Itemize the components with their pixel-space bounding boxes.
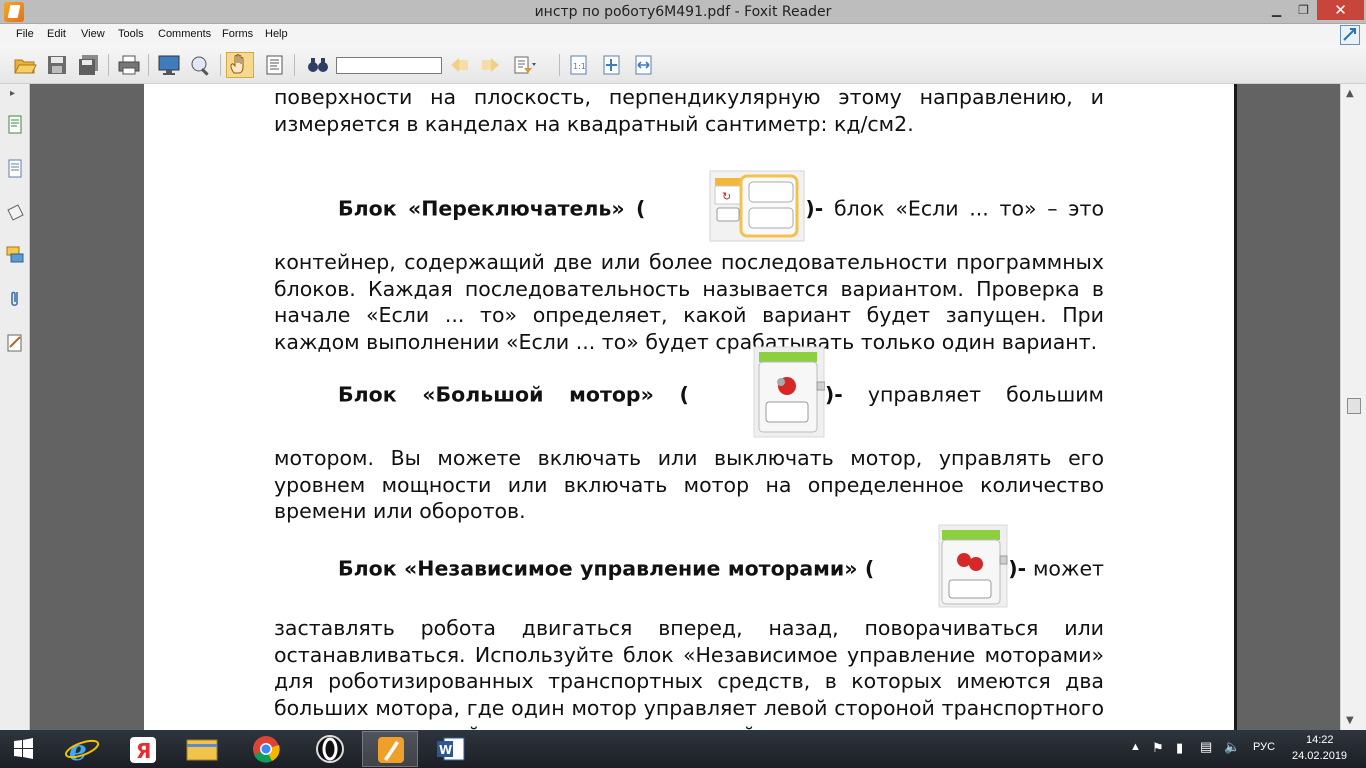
toolbar: 1:1: [0, 46, 1366, 84]
restore-document-icon[interactable]: [1340, 25, 1360, 45]
menu-forms[interactable]: Forms: [222, 28, 253, 40]
menu-file[interactable]: File: [16, 28, 34, 40]
save-all-icon[interactable]: [77, 54, 101, 76]
tank-motor-block-icon: [874, 524, 1008, 615]
minimize-button[interactable]: ▁: [1263, 0, 1290, 20]
title-bar: инстр по роботу6М491.pdf - Foxit Reader …: [0, 0, 1366, 24]
layers-icon[interactable]: [5, 158, 25, 180]
svg-text:W: W: [439, 743, 452, 757]
internet-explorer-icon[interactable]: e: [54, 731, 110, 767]
scroll-down-icon[interactable]: ▼: [1346, 715, 1354, 726]
paragraph-switch-block: Блок «Переключатель» ( ↻ )- блок «Если .…: [274, 170, 1104, 356]
print-icon[interactable]: [117, 54, 141, 76]
foxit-reader-icon[interactable]: [362, 731, 418, 767]
tray-expand-icon[interactable]: ▲: [1130, 741, 1141, 753]
opera-icon[interactable]: [302, 731, 358, 767]
find-input[interactable]: [336, 57, 442, 74]
sidebar-expand-icon[interactable]: ▸: [10, 88, 15, 99]
navigation-sidebar: ▸: [0, 84, 30, 730]
file-explorer-icon[interactable]: [174, 731, 230, 767]
menu-help[interactable]: Help: [265, 28, 288, 40]
window-title: инстр по роботу6М491.pdf - Foxit Reader: [534, 4, 832, 20]
save-icon[interactable]: [45, 54, 69, 76]
actual-size-icon[interactable]: 1:1: [567, 54, 591, 76]
menu-comments[interactable]: Comments: [158, 28, 211, 40]
switch-block-title-end: )-: [805, 196, 824, 221]
find-next-icon[interactable]: [479, 54, 503, 76]
open-folder-icon[interactable]: [13, 54, 37, 76]
menu-view[interactable]: View: [81, 28, 105, 40]
network-icon[interactable]: ▤: [1200, 739, 1212, 755]
fit-width-icon[interactable]: [632, 54, 656, 76]
large-motor-block-icon: [689, 346, 826, 445]
tank-motor-block-title-end: )-: [1008, 556, 1027, 581]
bookmarks-icon[interactable]: [5, 202, 25, 224]
svg-text:1:1: 1:1: [573, 62, 586, 71]
document-viewport[interactable]: поверхности на плоскость, перпендикулярн…: [31, 84, 1340, 730]
hand-tool-icon[interactable]: [226, 52, 254, 78]
large-motor-block-title-end: )-: [824, 382, 843, 407]
menu-bar: File Edit View Tools Comments Forms Help: [0, 24, 1366, 46]
large-motor-block-title: Блок «Большой мотор» (: [338, 382, 689, 407]
paragraph-large-motor-block: Блок «Большой мотор» ( )- управляет боль…: [274, 346, 1104, 525]
language-indicator[interactable]: РУС: [1253, 741, 1275, 753]
paragraph-tank-motor-block: Блок «Независимое управление моторами» (…: [274, 524, 1104, 730]
clock-time[interactable]: 14:22: [1306, 734, 1334, 746]
paragraph-luminance: поверхности на плоскость, перпендикулярн…: [274, 85, 1104, 136]
word-icon[interactable]: W: [424, 731, 480, 767]
svg-text:Я: Я: [136, 739, 151, 763]
chrome-icon[interactable]: [238, 731, 294, 767]
screen-icon[interactable]: [157, 54, 181, 76]
scroll-up-icon[interactable]: ▲: [1346, 88, 1354, 99]
attachments-icon[interactable]: [5, 288, 25, 310]
pdf-page: поверхности на плоскость, перпендикулярн…: [144, 84, 1237, 730]
signature-icon[interactable]: [5, 332, 25, 354]
scrollbar-thumb[interactable]: [1347, 398, 1361, 414]
close-button[interactable]: ✕: [1317, 0, 1364, 20]
bookmark-dropdown-icon[interactable]: [512, 54, 536, 76]
comments-icon[interactable]: [5, 244, 25, 266]
battery-icon[interactable]: ▮: [1176, 740, 1183, 756]
select-text-icon[interactable]: [263, 54, 287, 76]
clock-date[interactable]: 24.02.2019: [1292, 750, 1347, 762]
fit-page-icon[interactable]: [600, 54, 624, 76]
tank-motor-block-title: Блок «Независимое управление моторами» (: [338, 556, 875, 581]
svg-text:↻: ↻: [722, 190, 731, 203]
svg-text:e: e: [69, 734, 87, 767]
taskbar: e Я W ▲ ⚑ ▮ ▤ 🔈 РУС 14:22 24.02.2019: [0, 730, 1366, 768]
windows-start-icon[interactable]: [0, 731, 48, 767]
volume-icon[interactable]: 🔈: [1224, 739, 1240, 755]
action-center-flag-icon[interactable]: ⚑: [1152, 740, 1164, 756]
menu-tools[interactable]: Tools: [118, 28, 144, 40]
scan-icon[interactable]: [189, 54, 213, 76]
find-binoculars-icon[interactable]: [306, 54, 330, 76]
maximize-button[interactable]: ❐: [1290, 0, 1317, 20]
pages-icon[interactable]: [5, 114, 25, 136]
menu-edit[interactable]: Edit: [47, 28, 66, 40]
find-prev-icon[interactable]: [447, 54, 471, 76]
switch-block-title: Блок «Переключатель» (: [338, 196, 646, 221]
switch-block-icon: ↻: [645, 170, 805, 249]
vertical-scrollbar[interactable]: ▲ ▼: [1340, 84, 1366, 730]
yandex-browser-icon[interactable]: Я: [116, 731, 172, 767]
